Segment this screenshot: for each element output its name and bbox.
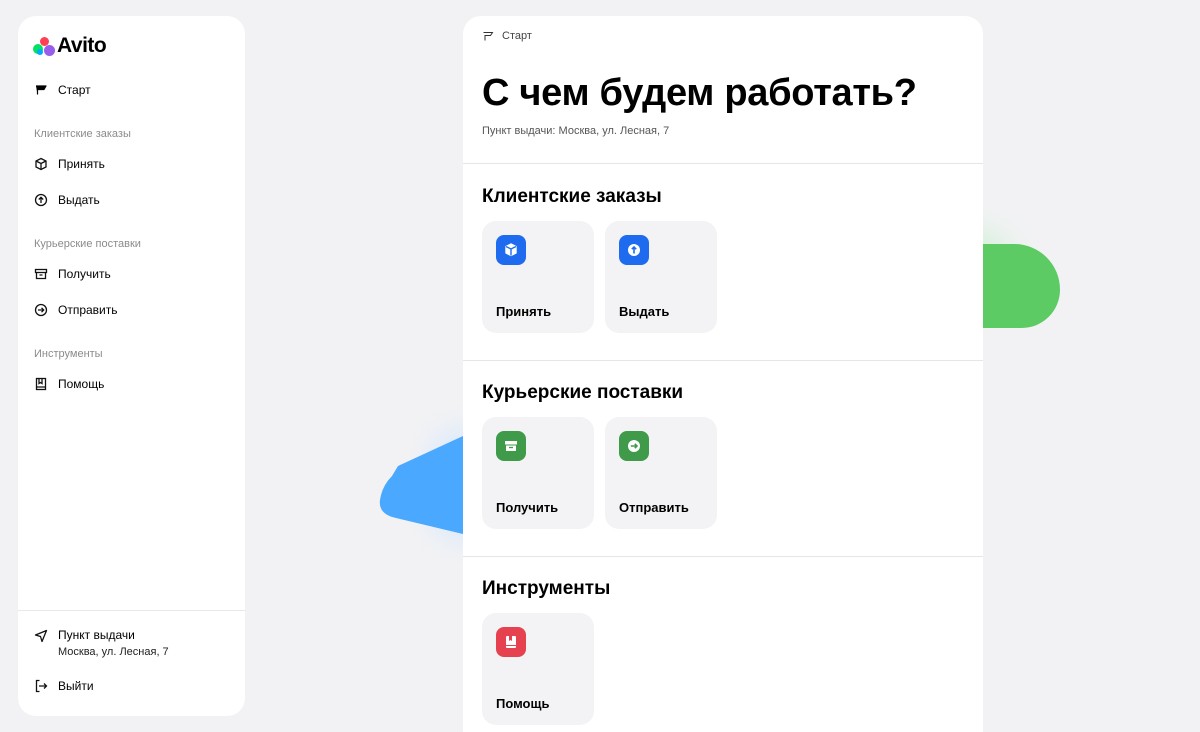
- navigation-icon: [34, 629, 48, 643]
- tile-receive[interactable]: Получить: [482, 417, 594, 529]
- logout-label: Выйти: [58, 679, 94, 693]
- book-icon: [34, 377, 48, 391]
- tile-label: Принять: [496, 304, 552, 319]
- tile-label: Отправить: [619, 500, 689, 515]
- sidebar-item-help[interactable]: Помощь: [34, 374, 104, 394]
- tile-help[interactable]: Помощь: [482, 613, 594, 725]
- logout-icon: [34, 679, 48, 693]
- main-panel: Старт С чем будем работать? Пункт выдачи…: [463, 16, 983, 732]
- sidebar: Avito Старт Клиентские заказы Принять Вы…: [18, 16, 245, 716]
- sidebar-item-label: Выдать: [58, 193, 100, 207]
- archive-icon: [496, 431, 526, 461]
- box-icon: [496, 235, 526, 265]
- sidebar-item-receive[interactable]: Получить: [34, 264, 111, 284]
- sidebar-item-label: Помощь: [58, 377, 105, 391]
- logo-text: Avito: [57, 34, 107, 57]
- arrow-right-circle-icon: [619, 431, 649, 461]
- sidebar-item-start[interactable]: Старт: [34, 80, 91, 100]
- pickup-point[interactable]: Пункт выдачи Москва, ул. Лесная, 7: [34, 628, 169, 658]
- arrow-up-circle-icon: [619, 235, 649, 265]
- flag-icon: [483, 32, 494, 41]
- breadcrumb[interactable]: Старт: [482, 30, 532, 42]
- section-title-client-orders: Клиентские заказы: [482, 186, 662, 207]
- sidebar-item-label: Отправить: [58, 303, 118, 317]
- divider: [463, 556, 983, 557]
- avito-logo[interactable]: Avito: [33, 34, 107, 58]
- tile-accept[interactable]: Принять: [482, 221, 594, 333]
- sidebar-section-title: Клиентские заказы: [34, 128, 131, 140]
- logo-mark: [33, 36, 55, 56]
- divider: [463, 163, 983, 164]
- page-subtitle: Пункт выдачи: Москва, ул. Лесная, 7: [482, 125, 670, 137]
- page-title: С чем будем работать?: [482, 72, 917, 114]
- box-icon: [34, 157, 48, 171]
- section-title-tools: Инструменты: [482, 578, 611, 599]
- archive-icon: [34, 267, 48, 281]
- section-title-courier-deliveries: Курьерские поставки: [482, 382, 684, 403]
- divider: [18, 610, 245, 611]
- sidebar-item-label: Получить: [58, 267, 111, 281]
- sidebar-section-title: Курьерские поставки: [34, 238, 141, 250]
- sidebar-item-issue[interactable]: Выдать: [34, 190, 100, 210]
- pickup-address: Москва, ул. Лесная, 7: [58, 646, 169, 658]
- breadcrumb-label: Старт: [502, 30, 532, 42]
- sidebar-item-label: Старт: [58, 83, 91, 97]
- sidebar-item-accept[interactable]: Принять: [34, 154, 105, 174]
- arrow-right-circle-icon: [34, 303, 48, 317]
- tile-label: Выдать: [619, 304, 670, 319]
- sidebar-section-title: Инструменты: [34, 348, 103, 360]
- divider: [463, 360, 983, 361]
- logout-button[interactable]: Выйти: [34, 676, 94, 696]
- flag-icon: [34, 83, 48, 97]
- book-icon: [496, 627, 526, 657]
- tile-issue[interactable]: Выдать: [605, 221, 717, 333]
- tile-label: Помощь: [496, 696, 550, 711]
- sidebar-item-label: Принять: [58, 157, 105, 171]
- tile-label: Получить: [496, 500, 559, 515]
- tile-send[interactable]: Отправить: [605, 417, 717, 529]
- pickup-title: Пункт выдачи: [58, 628, 135, 642]
- sidebar-item-send[interactable]: Отправить: [34, 300, 118, 320]
- arrow-up-circle-icon: [34, 193, 48, 207]
